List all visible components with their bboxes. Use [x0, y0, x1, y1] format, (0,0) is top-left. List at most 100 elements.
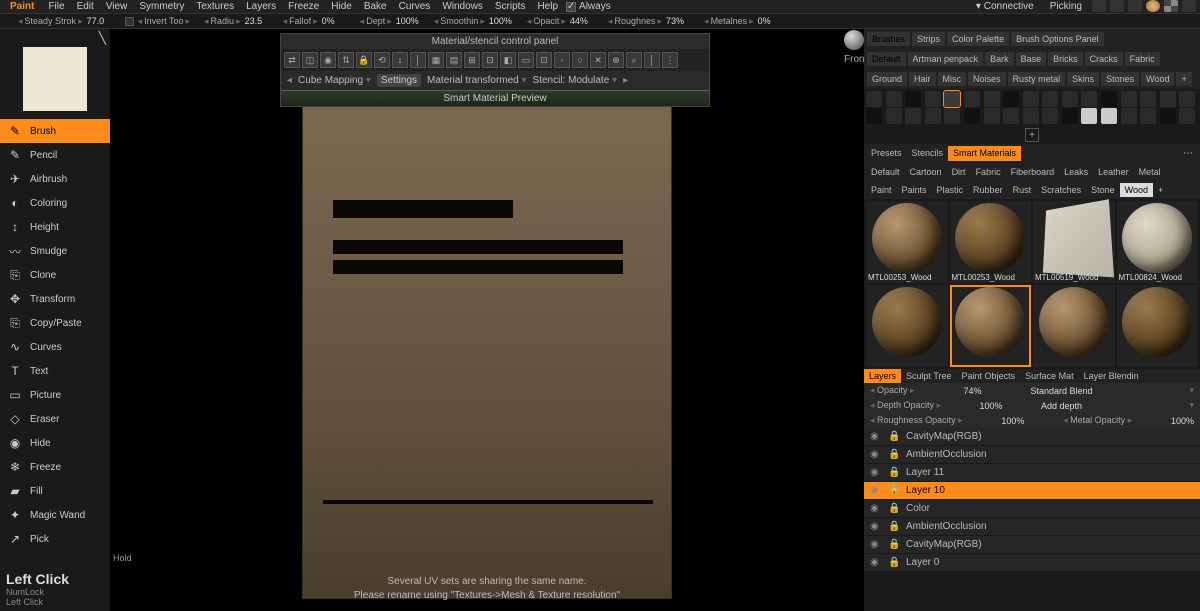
- tab-ground[interactable]: Ground: [867, 72, 907, 86]
- mapping-dropdown[interactable]: Cube Mapping: [298, 75, 371, 86]
- tool-transform[interactable]: ✥Transform: [0, 287, 110, 311]
- brush-thumb[interactable]: [1023, 91, 1039, 107]
- panel-tool-icon[interactable]: ◧: [500, 52, 516, 68]
- add-brush-button[interactable]: +: [1025, 128, 1039, 142]
- settings-button[interactable]: Settings: [377, 74, 421, 87]
- top-icon[interactable]: [1182, 0, 1196, 12]
- lock-icon[interactable]: 🔒: [888, 557, 900, 568]
- panel-tool-icon[interactable]: ⌕: [626, 52, 642, 68]
- toolbar-Smoothin[interactable]: Smoothin: [434, 16, 485, 27]
- tab-skins[interactable]: Skins: [1067, 72, 1099, 86]
- brush-thumb[interactable]: [925, 108, 941, 124]
- brush-thumb[interactable]: [944, 108, 960, 124]
- cat-scratches[interactable]: Scratches: [1036, 183, 1086, 197]
- brush-thumb[interactable]: [1121, 108, 1137, 124]
- layer-layer-10[interactable]: ◉🔒Layer 10: [864, 482, 1200, 500]
- layertab-sculpt-tree[interactable]: Sculpt Tree: [901, 369, 957, 383]
- menu-windows[interactable]: Windows: [436, 1, 489, 12]
- cat-paint[interactable]: Paint: [866, 183, 897, 197]
- brush-thumb[interactable]: [866, 91, 882, 107]
- visibility-icon[interactable]: ◉: [870, 521, 882, 532]
- preset-smart-materials[interactable]: Smart Materials: [948, 146, 1021, 161]
- tab-noises[interactable]: Noises: [968, 72, 1006, 86]
- material-transformed-dropdown[interactable]: Material transformed: [427, 75, 527, 86]
- cat-default[interactable]: Default: [866, 165, 905, 179]
- brush-thumb[interactable]: [1062, 91, 1078, 107]
- tool-eraser[interactable]: ◇Eraser: [0, 407, 110, 431]
- lock-icon[interactable]: 🔒: [888, 467, 900, 478]
- prop-depth-opacity[interactable]: Depth Opacity: [870, 400, 941, 411]
- top-icon[interactable]: [1128, 0, 1142, 12]
- color-swatch[interactable]: [0, 39, 110, 119]
- layertab-surface-mat[interactable]: Surface Mat: [1020, 369, 1079, 383]
- panel-tool-icon[interactable]: ↕: [392, 52, 408, 68]
- cat-plastic[interactable]: Plastic: [932, 183, 969, 197]
- visibility-icon[interactable]: ◉: [870, 449, 882, 460]
- lock-icon[interactable]: 🔒: [888, 449, 900, 460]
- menu-textures[interactable]: Textures: [190, 1, 240, 12]
- brush-thumb[interactable]: [925, 91, 941, 107]
- menu-help[interactable]: Help: [531, 1, 564, 12]
- top-icon[interactable]: [1110, 0, 1124, 12]
- brush-thumb[interactable]: [1081, 108, 1097, 124]
- preset-menu-icon[interactable]: ⋯: [1178, 146, 1198, 161]
- menu-edit[interactable]: Edit: [71, 1, 100, 12]
- panel-tool-icon[interactable]: ⊕: [608, 52, 624, 68]
- menu-bake[interactable]: Bake: [358, 1, 393, 12]
- preset-stencils[interactable]: Stencils: [907, 146, 949, 161]
- visibility-icon[interactable]: ◉: [870, 467, 882, 478]
- tab-artman-penpack[interactable]: Artman penpack: [908, 52, 984, 66]
- tool-fill[interactable]: ▰Fill: [0, 479, 110, 503]
- cat-fabric[interactable]: Fabric: [971, 165, 1006, 179]
- brush-thumb[interactable]: [1140, 91, 1156, 107]
- menu-freeze[interactable]: Freeze: [282, 1, 325, 12]
- menu-view[interactable]: View: [100, 1, 134, 12]
- tool-magic-wand[interactable]: ✦Magic Wand: [0, 503, 110, 527]
- panel-tool-icon[interactable]: ▭: [518, 52, 534, 68]
- brush-thumb[interactable]: [1062, 108, 1078, 124]
- panel-tool-icon[interactable]: ○: [572, 52, 588, 68]
- top-icon[interactable]: [1092, 0, 1106, 12]
- menu-scripts[interactable]: Scripts: [489, 1, 532, 12]
- tool-copy-paste[interactable]: ⎘Copy/Paste: [0, 311, 110, 335]
- tab-brushes[interactable]: Brushes: [867, 32, 910, 46]
- layer-layer-11[interactable]: ◉🔒Layer 11: [864, 464, 1200, 482]
- visibility-icon[interactable]: ◉: [870, 485, 882, 496]
- brush-thumb[interactable]: [1179, 91, 1195, 107]
- brush-header-icon[interactable]: ╲: [99, 31, 106, 37]
- tool-curves[interactable]: ∿Curves: [0, 335, 110, 359]
- layer-ambientocclusion[interactable]: ◉🔒AmbientOcclusion: [864, 518, 1200, 536]
- cat-fiberboard[interactable]: Fiberboard: [1006, 165, 1060, 179]
- viewport[interactable]: Hold Several UV sets are sharing the sam…: [110, 29, 864, 611]
- cat-stone[interactable]: Stone: [1086, 183, 1120, 197]
- lock-icon[interactable]: 🔒: [888, 503, 900, 514]
- panel-tool-icon[interactable]: ✕: [590, 52, 606, 68]
- tab-default[interactable]: Default: [867, 52, 906, 66]
- brush-thumb[interactable]: [1081, 91, 1097, 107]
- panel-tool-icon[interactable]: ⊡: [536, 52, 552, 68]
- top-icon[interactable]: [1164, 0, 1178, 12]
- toolbar-Steady Strok[interactable]: Steady Strok: [18, 16, 83, 27]
- tab-strips[interactable]: Strips: [912, 32, 945, 46]
- toolbar-Opacit[interactable]: Opacit: [527, 16, 566, 27]
- tab-rusty-metal[interactable]: Rusty metal: [1008, 72, 1066, 86]
- brush-thumb[interactable]: [905, 91, 921, 107]
- panel-tool-icon[interactable]: ⇄: [284, 52, 300, 68]
- tab-brush-options-panel[interactable]: Brush Options Panel: [1011, 32, 1104, 46]
- menu-symmetry[interactable]: Symmetry: [133, 1, 190, 12]
- layer-color[interactable]: ◉🔒Color: [864, 500, 1200, 518]
- brush-thumb[interactable]: [1042, 108, 1058, 124]
- brush-thumb[interactable]: [886, 91, 902, 107]
- tool-smudge[interactable]: 〰Smudge: [0, 239, 110, 263]
- lock-icon[interactable]: 🔒: [888, 521, 900, 532]
- tab-wood[interactable]: Wood: [1141, 72, 1174, 86]
- material-thumb[interactable]: MTL00253_Wood: [866, 201, 948, 283]
- material-thumb[interactable]: [866, 285, 948, 367]
- brush-thumb[interactable]: [1179, 108, 1195, 124]
- layertab-layer-blendin[interactable]: Layer Blendin: [1079, 369, 1144, 383]
- cat-rust[interactable]: Rust: [1008, 183, 1037, 197]
- tool-pick[interactable]: ↗Pick: [0, 527, 110, 551]
- visibility-icon[interactable]: ◉: [870, 539, 882, 550]
- visibility-icon[interactable]: ◉: [870, 503, 882, 514]
- brush-thumb[interactable]: [886, 108, 902, 124]
